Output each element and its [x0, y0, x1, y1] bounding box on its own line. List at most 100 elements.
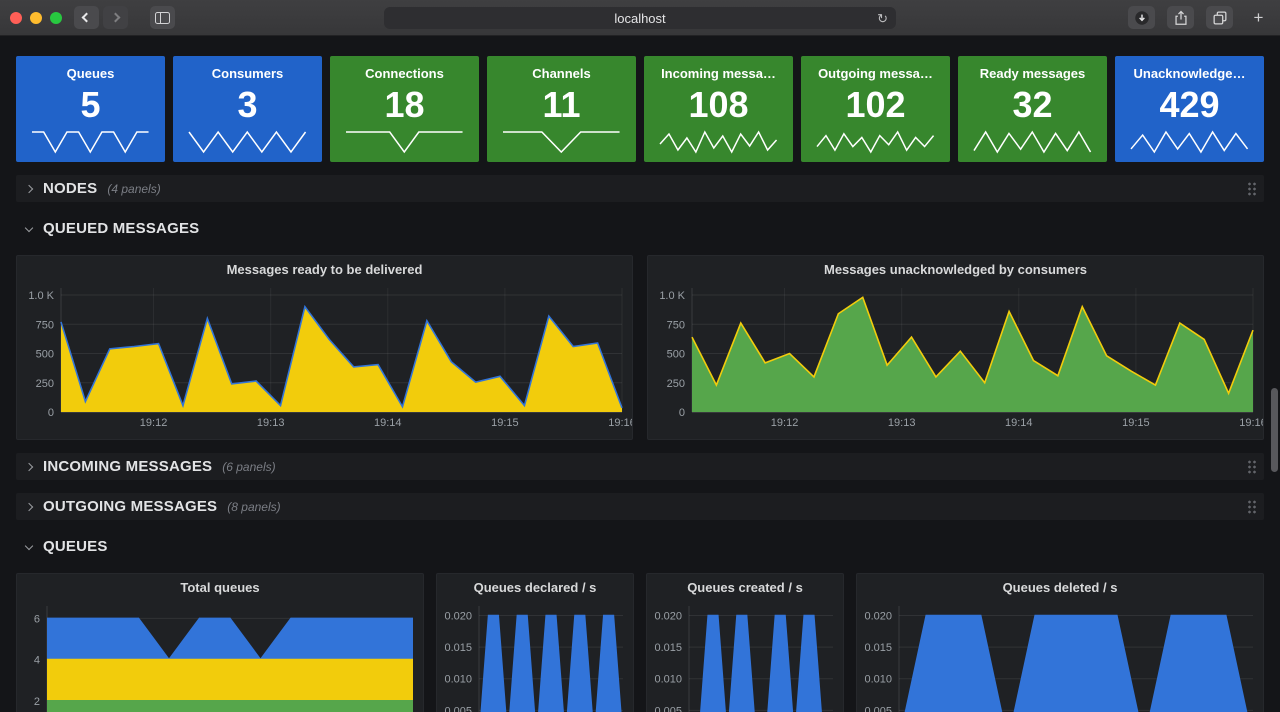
stat-label: Connections: [365, 66, 444, 81]
zoom-window-button[interactable]: [50, 12, 62, 24]
queues-declared-chart[interactable]: 0.0050.0100.0150.020: [437, 600, 633, 712]
row-title: INCOMING MESSAGES: [43, 458, 212, 475]
svg-text:0.010: 0.010: [864, 674, 892, 686]
consumers-sparkline: [187, 130, 308, 154]
panel-title[interactable]: Queues declared / s: [437, 574, 633, 600]
messages-ready-chart[interactable]: 02505007501.0 K19:1219:1319:1419:1519:16: [17, 282, 632, 432]
stat-value: 5: [80, 86, 100, 124]
svg-text:0.020: 0.020: [444, 610, 472, 622]
panel-messages-unacknowledged: Messages unacknowledged by consumers 025…: [647, 255, 1264, 440]
drag-handle-icon[interactable]: [1247, 499, 1257, 514]
stat-panel-connections[interactable]: Connections 18: [330, 56, 479, 162]
scrollbar-thumb[interactable]: [1271, 388, 1278, 472]
stat-panel-ready-messages[interactable]: Ready messages 32: [958, 56, 1107, 162]
total-queues-chart[interactable]: 246: [17, 600, 423, 712]
grafana-dashboard: Queues 5 Consumers 3 Connections 18 Chan…: [0, 36, 1280, 712]
stat-value: 429: [1159, 86, 1219, 124]
svg-text:250: 250: [667, 378, 685, 390]
chevron-right-icon: [25, 462, 33, 470]
stat-label: Incoming messa…: [661, 66, 776, 81]
svg-text:750: 750: [667, 319, 685, 331]
new-tab-button[interactable]: +: [1245, 6, 1272, 29]
panel-messages-ready: Messages ready to be delivered 0 250 500 75…: [16, 255, 633, 440]
forward-button[interactable]: [103, 6, 128, 29]
chevron-right-icon: [111, 13, 121, 23]
ready-sparkline: [972, 130, 1093, 154]
row-nodes[interactable]: NODES (4 panels): [16, 175, 1264, 202]
queues-sparkline: [30, 130, 151, 154]
tab-overview-button[interactable]: [1206, 6, 1233, 29]
url-text: localhost: [614, 11, 665, 26]
row-incoming-messages[interactable]: INCOMING MESSAGES (6 panels): [16, 453, 1264, 480]
row-queues[interactable]: QUEUES: [16, 533, 1264, 559]
stat-panel-consumers[interactable]: Consumers 3: [173, 56, 322, 162]
panel-queues-declared: Queues declared / s 0.0050.0100.0150.020: [436, 573, 634, 712]
sidebar-icon: [155, 12, 170, 24]
stat-panel-channels[interactable]: Channels 11: [487, 56, 636, 162]
close-window-button[interactable]: [10, 12, 22, 24]
stat-value: 32: [1012, 86, 1052, 124]
svg-text:2: 2: [34, 696, 40, 708]
stat-label: Consumers: [212, 66, 284, 81]
back-button[interactable]: [74, 6, 99, 29]
messages-unacknowledged-chart[interactable]: 02505007501.0 K19:1219:1319:1419:1519:16: [648, 282, 1263, 432]
panel-title[interactable]: Queues deleted / s: [857, 574, 1263, 600]
svg-text:19:12: 19:12: [140, 417, 168, 429]
svg-text:19:16: 19:16: [1239, 417, 1263, 429]
stat-label: Unacknowledge…: [1134, 66, 1246, 81]
queued-messages-panels: Messages ready to be delivered 0 250 500 75…: [16, 255, 1264, 440]
row-panel-count: (6 panels): [222, 460, 275, 474]
svg-text:500: 500: [667, 349, 685, 361]
svg-text:0.005: 0.005: [654, 705, 682, 712]
drag-handle-icon[interactable]: [1247, 459, 1257, 474]
stat-label: Outgoing messa…: [818, 66, 933, 81]
svg-text:0.010: 0.010: [444, 674, 472, 686]
drag-handle-icon[interactable]: [1247, 181, 1257, 196]
chevron-right-icon: [25, 502, 33, 510]
queues-created-chart[interactable]: 0.0050.0100.0150.020: [647, 600, 843, 712]
panel-queues-deleted: Queues deleted / s 0.0050.0100.0150.020: [856, 573, 1264, 712]
panel-queues-created: Queues created / s 0.0050.0100.0150.020: [646, 573, 844, 712]
row-panel-count: (4 panels): [107, 182, 160, 196]
stat-panel-unacknowledged[interactable]: Unacknowledge… 429: [1115, 56, 1264, 162]
stat-panel-outgoing-messages[interactable]: Outgoing messa… 102: [801, 56, 950, 162]
panel-title[interactable]: Queues created / s: [647, 574, 843, 600]
queues-deleted-chart[interactable]: 0.0050.0100.0150.020: [857, 600, 1263, 712]
panel-title[interactable]: Messages unacknowledged by consumers: [648, 256, 1263, 282]
connections-sparkline: [344, 130, 465, 154]
downloads-button[interactable]: [1128, 6, 1155, 29]
share-icon: [1172, 9, 1190, 27]
channels-sparkline: [501, 130, 622, 154]
svg-text:1.0 K: 1.0 K: [28, 290, 54, 302]
svg-text:19:12: 19:12: [771, 417, 799, 429]
svg-text:19:15: 19:15: [491, 417, 519, 429]
window-controls: [10, 12, 62, 24]
refresh-icon[interactable]: ↻: [877, 12, 888, 25]
svg-text:0.020: 0.020: [864, 610, 892, 622]
svg-text:750: 750: [36, 319, 54, 331]
minimize-window-button[interactable]: [30, 12, 42, 24]
stat-panels-row: Queues 5 Consumers 3 Connections 18 Chan…: [16, 56, 1264, 162]
svg-text:500: 500: [36, 349, 54, 361]
url-bar[interactable]: localhost ↻: [384, 7, 896, 29]
svg-text:250: 250: [36, 378, 54, 390]
row-title: OUTGOING MESSAGES: [43, 498, 217, 515]
chevron-left-icon: [82, 13, 92, 23]
panel-title[interactable]: Total queues: [17, 574, 423, 600]
svg-text:0: 0: [48, 407, 54, 419]
plus-icon: +: [1254, 8, 1264, 28]
stat-value: 102: [845, 86, 905, 124]
row-title: QUEUES: [43, 538, 108, 555]
stat-value: 11: [542, 86, 580, 124]
svg-text:0.020: 0.020: [654, 610, 682, 622]
sidebar-toggle-button[interactable]: [150, 6, 175, 29]
row-queued-messages[interactable]: QUEUED MESSAGES: [16, 215, 1264, 241]
row-outgoing-messages[interactable]: OUTGOING MESSAGES (8 panels): [16, 493, 1264, 520]
stat-label: Channels: [532, 66, 591, 81]
stat-panel-queues[interactable]: Queues 5: [16, 56, 165, 162]
row-title: QUEUED MESSAGES: [43, 220, 199, 237]
stat-panel-incoming-messages[interactable]: Incoming messa… 108: [644, 56, 793, 162]
share-button[interactable]: [1167, 6, 1194, 29]
panel-title[interactable]: Messages ready to be delivered: [17, 256, 632, 282]
svg-text:0.005: 0.005: [444, 705, 472, 712]
